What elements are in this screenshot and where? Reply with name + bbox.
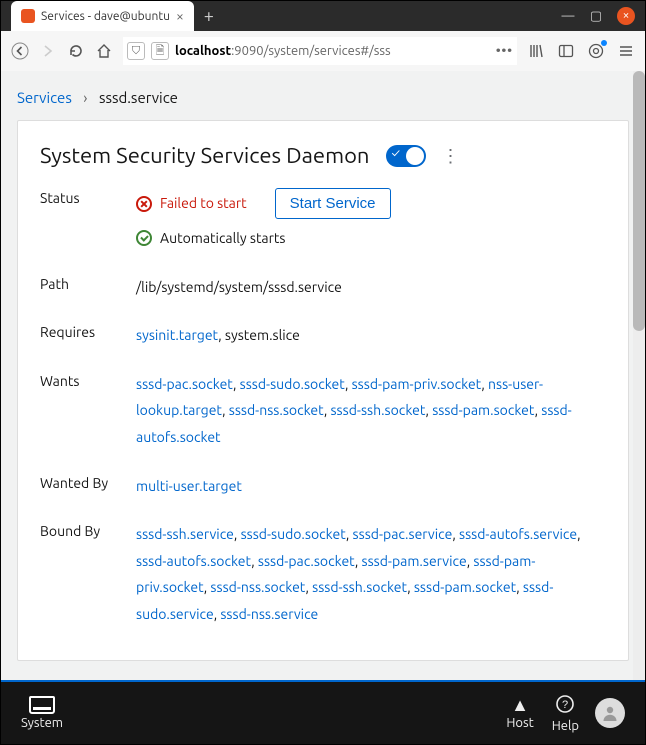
unit-link: system.slice (225, 327, 300, 343)
favicon-icon (21, 9, 35, 23)
wants-label: Wants (40, 371, 136, 389)
nav-forward-icon (39, 42, 57, 60)
unit-link[interactable]: sssd-nss.socket (229, 402, 324, 418)
chevron-up-icon: ▲ (511, 696, 529, 714)
tab-title: Services - dave@ubuntu (41, 10, 170, 23)
new-tab-button[interactable]: + (198, 5, 220, 27)
page-content: Services › sssd.service System Security … (1, 71, 645, 682)
path-label: Path (40, 274, 136, 292)
nav-host[interactable]: ▲ Host (506, 696, 533, 730)
nav-system-label: System (21, 716, 63, 730)
bound-by-list: sssd-ssh.service, sssd-sudo.socket, sssd… (136, 521, 606, 627)
chevron-right-icon: › (83, 89, 87, 106)
unit-link[interactable]: sssd-autofs.service (459, 526, 577, 542)
menu-icon[interactable] (617, 42, 635, 60)
url-more-icon[interactable]: ••• (496, 44, 513, 58)
start-service-button[interactable]: Start Service (275, 188, 391, 219)
sidebar-icon[interactable] (557, 42, 575, 60)
unit-link[interactable]: sssd-pac.service (353, 526, 453, 542)
bound-by-label: Bound By (40, 521, 136, 539)
shield-icon[interactable]: ⛉ (127, 42, 145, 60)
tab-close-icon[interactable]: × (176, 9, 184, 23)
scrollbar-track[interactable] (633, 71, 645, 682)
unit-link[interactable]: sssd-ssh.socket (330, 402, 425, 418)
help-icon: ? (555, 694, 575, 717)
unit-link[interactable]: sssd-sudo.socket (240, 376, 345, 392)
window-maximize-icon[interactable]: ▢ (589, 9, 603, 23)
breadcrumb: Services › sssd.service (17, 83, 629, 120)
url-text: localhost:9090/system/services#/sss (175, 44, 490, 58)
wants-list: sssd-pac.socket, sssd-sudo.socket, sssd-… (136, 371, 606, 451)
kebab-menu-icon[interactable]: ⋮ (442, 147, 460, 165)
service-card: System Security Services Daemon ✓ ⋮ Stat… (17, 120, 629, 661)
profile-icon[interactable] (587, 42, 605, 60)
home-icon[interactable] (95, 42, 113, 60)
cockpit-bottom-nav: System ▲ Host ? Help (1, 680, 645, 744)
unit-link[interactable]: sssd-pam.service (362, 553, 467, 569)
requires-list: sysinit.target, system.slice (136, 322, 606, 349)
status-failed-text: Failed to start (160, 190, 247, 217)
unit-link[interactable]: sssd-ssh.socket (312, 579, 407, 595)
unit-link[interactable]: sssd-sudo.socket (241, 526, 346, 542)
service-enable-toggle[interactable]: ✓ (386, 145, 426, 167)
unit-link[interactable]: sssd-nss.socket (210, 579, 305, 595)
status-label: Status (40, 188, 136, 206)
wanted-by-list: multi-user.target (136, 473, 606, 500)
toggle-knob (406, 147, 424, 165)
url-bar[interactable]: ⛉ 🗎 localhost:9090/system/services#/sss … (123, 37, 517, 65)
unit-link[interactable]: sssd-nss.service (220, 606, 318, 622)
site-info-icon[interactable]: 🗎 (151, 42, 169, 60)
svg-text:?: ? (562, 699, 568, 711)
page-title: System Security Services Daemon (40, 143, 370, 168)
unit-link[interactable]: sssd-pam.socket (414, 579, 516, 595)
nav-back-icon[interactable] (11, 42, 29, 60)
nav-host-label: Host (506, 716, 533, 730)
path-value: /lib/systemd/system/sssd.service (136, 274, 606, 301)
unit-link[interactable]: sssd-autofs.socket (136, 553, 251, 569)
browser-toolbar: ⛉ 🗎 localhost:9090/system/services#/sss … (1, 31, 645, 72)
reload-icon[interactable] (67, 42, 85, 60)
unit-link[interactable]: sssd-pam.socket (432, 402, 534, 418)
unit-link[interactable]: sssd-pac.socket (136, 376, 233, 392)
unit-link[interactable]: sssd-pam-priv.socket (352, 376, 482, 392)
success-circle-icon (136, 230, 152, 246)
requires-label: Requires (40, 322, 136, 340)
status-auto-text: Automatically starts (160, 225, 286, 252)
window-close-icon[interactable]: × (617, 7, 635, 25)
nav-help[interactable]: ? Help (552, 694, 579, 733)
nav-help-label: Help (552, 719, 579, 733)
window-titlebar: Services - dave@ubuntu × + — ▢ × (1, 1, 645, 31)
check-icon: ✓ (392, 147, 400, 160)
unit-link[interactable]: sssd-pac.socket (258, 553, 355, 569)
scrollbar-thumb[interactable] (633, 71, 645, 331)
window-minimize-icon[interactable]: — (561, 9, 575, 23)
unit-link[interactable]: multi-user.target (136, 478, 242, 494)
unit-link[interactable]: sssd-ssh.service (136, 526, 234, 542)
user-avatar[interactable] (595, 698, 625, 728)
error-circle-icon (136, 196, 152, 212)
browser-tab[interactable]: Services - dave@ubuntu × (11, 1, 194, 31)
server-icon (29, 696, 55, 714)
wanted-by-label: Wanted By (40, 473, 136, 491)
unit-link[interactable]: sysinit.target (136, 327, 218, 343)
breadcrumb-current: sssd.service (99, 89, 178, 106)
nav-system[interactable]: System (21, 696, 63, 730)
library-icon[interactable] (527, 42, 545, 60)
breadcrumb-root-link[interactable]: Services (17, 89, 72, 106)
